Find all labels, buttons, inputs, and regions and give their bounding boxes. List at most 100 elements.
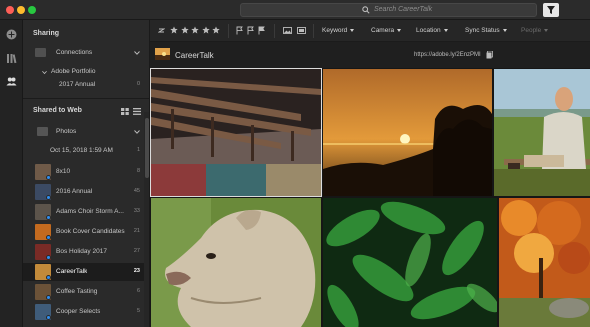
album-name: Bos Holiday 2017 <box>56 248 107 255</box>
portfolio-sub-count: 0 <box>136 81 140 87</box>
sharing-panel: Sharing Connections Adobe Portfolio 2017… <box>23 20 150 327</box>
list-view-icon[interactable] <box>133 108 141 115</box>
star-icon[interactable] <box>180 26 189 34</box>
connections-row[interactable]: Connections <box>23 47 149 59</box>
album-name: 8x10 <box>56 168 71 175</box>
photo-tile-leaves[interactable] <box>323 198 497 327</box>
portfolio-sub-label: 2017 Annual <box>59 81 96 88</box>
search-icon <box>362 6 370 14</box>
shared-badge-icon <box>46 315 51 320</box>
toolbar-separator <box>313 24 314 38</box>
zoom-window-button[interactable] <box>28 6 36 14</box>
album-item[interactable]: Coffee Tasting 6 <box>23 283 149 301</box>
library-icon[interactable] <box>6 53 17 64</box>
album-count: 5 <box>136 308 140 314</box>
album-item[interactable]: Adams Choir Storm A... 33 <box>23 203 149 221</box>
album-cover-thumbnail <box>155 48 170 60</box>
caret-down-icon <box>397 28 402 32</box>
shared-badge-icon <box>46 235 51 240</box>
photo-tile-benches[interactable] <box>150 68 322 197</box>
album-name: Cooper Selects <box>56 308 101 315</box>
photos-row[interactable]: Photos <box>23 126 149 138</box>
copy-link-icon[interactable] <box>486 51 493 59</box>
shared-badge-icon <box>46 215 51 220</box>
photo-tile-portrait[interactable] <box>494 69 590 196</box>
search-field[interactable]: Search CareerTalk <box>240 3 537 17</box>
album-count: 45 <box>133 188 140 194</box>
photo-tile-sunset[interactable] <box>323 69 492 196</box>
caret-down-icon <box>350 28 355 32</box>
date-row[interactable]: Oct 15, 2018 1:59 AM 1 <box>23 145 149 157</box>
shared-badge-icon <box>46 275 51 280</box>
minimize-window-button[interactable] <box>17 6 25 14</box>
keyword-dropdown-label: Keyword <box>322 27 348 34</box>
people-dropdown-label: People <box>521 27 542 34</box>
shared-badge-icon <box>46 175 51 180</box>
keyword-dropdown[interactable]: Keyword <box>322 27 355 34</box>
toolbar-separator <box>274 24 275 38</box>
album-count: 23 <box>133 268 140 274</box>
sharing-heading: Sharing <box>33 30 60 37</box>
connections-label: Connections <box>56 49 93 56</box>
video-type-icon[interactable] <box>297 27 306 34</box>
shared-to-web-heading: Shared to Web <box>33 107 82 114</box>
photo-tile-autumn[interactable] <box>499 198 590 327</box>
close-window-button[interactable] <box>6 6 14 14</box>
album-item[interactable]: 8x10 8 <box>23 163 149 181</box>
sync-status-dropdown-label: Sync Status <box>465 27 500 34</box>
album-item[interactable]: Cooper Selects 5 <box>23 303 149 321</box>
sync-status-dropdown[interactable]: Sync Status <box>465 27 507 34</box>
photo-tile-lion[interactable] <box>151 198 321 327</box>
add-icon[interactable] <box>6 29 17 40</box>
shared-badge-icon <box>46 295 51 300</box>
album-name: 2016 Annual <box>56 188 93 195</box>
star-filter-operator-icon[interactable] <box>158 27 165 34</box>
camera-dropdown[interactable]: Camera <box>371 27 402 34</box>
photos-icon <box>37 127 48 136</box>
portfolio-row[interactable]: Adobe Portfolio <box>23 66 149 78</box>
album-name: Adams Choir Storm A... <box>56 208 124 215</box>
star-icon[interactable] <box>191 26 199 34</box>
photo-grid <box>150 68 590 327</box>
grid-view-icon[interactable] <box>121 108 129 115</box>
caret-down-icon <box>443 28 448 32</box>
people-dropdown: People <box>521 27 549 34</box>
date-label: Oct 15, 2018 1:59 AM <box>50 147 113 154</box>
chevron-down-icon[interactable] <box>134 129 140 135</box>
filter-toolbar: Keyword Camera Location Sync Status Peop… <box>150 20 590 42</box>
album-count: 33 <box>133 208 140 214</box>
photo-type-icon[interactable] <box>283 27 292 34</box>
star-icon[interactable] <box>212 26 220 34</box>
portfolio-label: Adobe Portfolio <box>51 68 96 75</box>
flag-reject-icon[interactable] <box>258 26 265 35</box>
location-dropdown[interactable]: Location <box>416 27 448 34</box>
chevron-down-icon[interactable] <box>134 50 140 56</box>
album-title: CareerTalk <box>175 51 214 60</box>
flag-unflagged-icon[interactable] <box>247 26 254 35</box>
camera-dropdown-label: Camera <box>371 27 395 34</box>
album-item[interactable]: 2016 Annual 45 <box>23 183 149 201</box>
date-count: 1 <box>136 147 140 153</box>
search-placeholder: Search CareerTalk <box>374 6 433 13</box>
shared-badge-icon <box>46 255 51 260</box>
chevron-down-icon[interactable] <box>42 70 47 75</box>
album-item[interactable]: Book Cover Candidates 21 <box>23 223 149 241</box>
album-item[interactable]: Bos Holiday 2017 27 <box>23 243 149 261</box>
share-url[interactable]: https://adobe.ly/2EnzPMI <box>414 52 481 58</box>
location-dropdown-label: Location <box>416 27 441 34</box>
album-count: 27 <box>133 248 140 254</box>
star-icon[interactable] <box>170 26 178 34</box>
filter-button[interactable] <box>543 3 559 17</box>
star-icon[interactable] <box>201 26 210 34</box>
album-name: Coffee Tasting <box>56 288 98 295</box>
window-title-bar: Search CareerTalk <box>0 0 590 20</box>
portfolio-sub-row[interactable]: 2017 Annual 0 <box>23 79 149 91</box>
section-divider <box>23 98 149 99</box>
scrollbar-thumb[interactable] <box>145 118 149 178</box>
album-item[interactable]: CareerTalk 23 <box>23 263 149 281</box>
album-count: 21 <box>133 228 140 234</box>
album-name: CareerTalk <box>56 268 88 275</box>
flag-pick-icon[interactable] <box>236 26 243 35</box>
album-header: CareerTalk https://adobe.ly/2EnzPMI <box>150 42 590 68</box>
people-icon[interactable] <box>6 76 17 87</box>
